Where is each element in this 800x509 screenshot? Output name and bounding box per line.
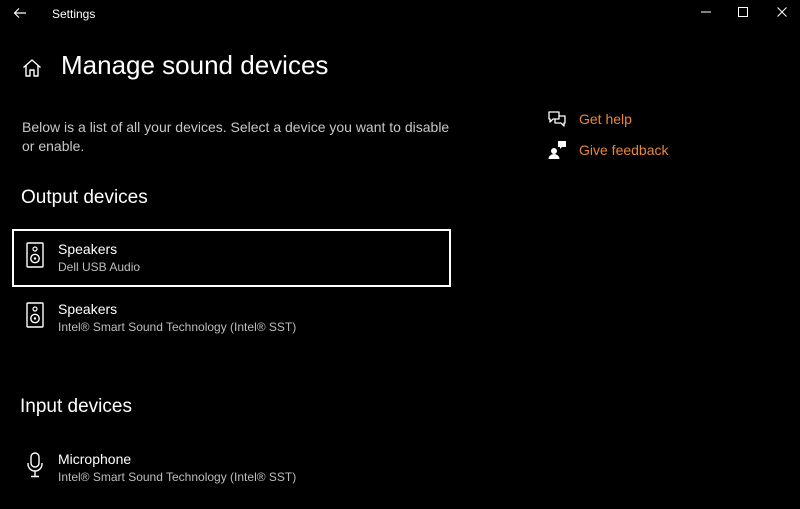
- give-feedback-label: Give feedback: [579, 142, 669, 158]
- app-title: Settings: [52, 7, 96, 21]
- page-description: Below is a list of all your devices. Sel…: [22, 119, 450, 154]
- device-item-input-microphone[interactable]: Microphone Intel® Smart Sound Technology…: [12, 439, 451, 497]
- device-item-output-intel-sst-speakers[interactable]: Speakers Intel® Smart Sound Technology (…: [12, 289, 451, 347]
- output-devices-heading: Output devices: [21, 187, 148, 208]
- device-detail: Dell USB Audio: [58, 260, 141, 274]
- home-icon: [23, 59, 41, 77]
- back-button[interactable]: [8, 2, 32, 24]
- device-name: Speakers: [58, 301, 118, 317]
- maximize-icon: [738, 7, 748, 17]
- close-button[interactable]: [762, 0, 800, 24]
- page-title: Manage sound devices: [61, 50, 329, 80]
- input-devices-heading: Input devices: [20, 396, 132, 417]
- title-bar: Settings: [0, 0, 800, 28]
- help-chat-icon: [547, 109, 567, 129]
- back-arrow-icon: [13, 8, 26, 18]
- feedback-person-icon: [547, 140, 567, 160]
- close-icon: [777, 7, 787, 17]
- minimize-button[interactable]: [686, 0, 726, 24]
- home-button[interactable]: [20, 56, 44, 80]
- minimize-icon: [701, 11, 711, 13]
- device-item-output-dell-usb-speakers[interactable]: Speakers Dell USB Audio: [12, 229, 451, 287]
- maximize-button[interactable]: [723, 0, 763, 24]
- speaker-icon: [26, 302, 44, 328]
- give-feedback-link[interactable]: Give feedback: [547, 139, 669, 161]
- device-name: Speakers: [58, 241, 118, 257]
- get-help-label: Get help: [579, 111, 632, 127]
- get-help-link[interactable]: Get help: [547, 108, 632, 130]
- device-detail: Intel® Smart Sound Technology (Intel® SS…: [58, 320, 297, 334]
- device-detail: Intel® Smart Sound Technology (Intel® SS…: [58, 470, 297, 484]
- microphone-icon: [27, 452, 43, 478]
- device-name: Microphone: [58, 451, 132, 467]
- speaker-icon: [26, 242, 44, 268]
